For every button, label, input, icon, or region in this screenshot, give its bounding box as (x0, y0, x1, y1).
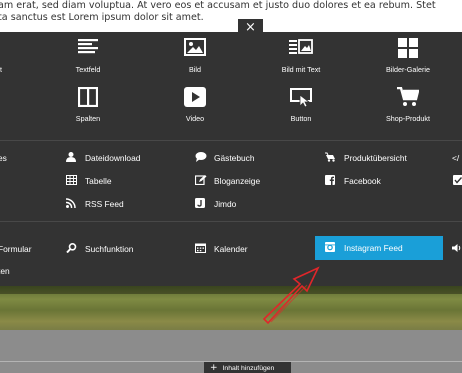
annotation-arrow-icon (262, 266, 320, 325)
